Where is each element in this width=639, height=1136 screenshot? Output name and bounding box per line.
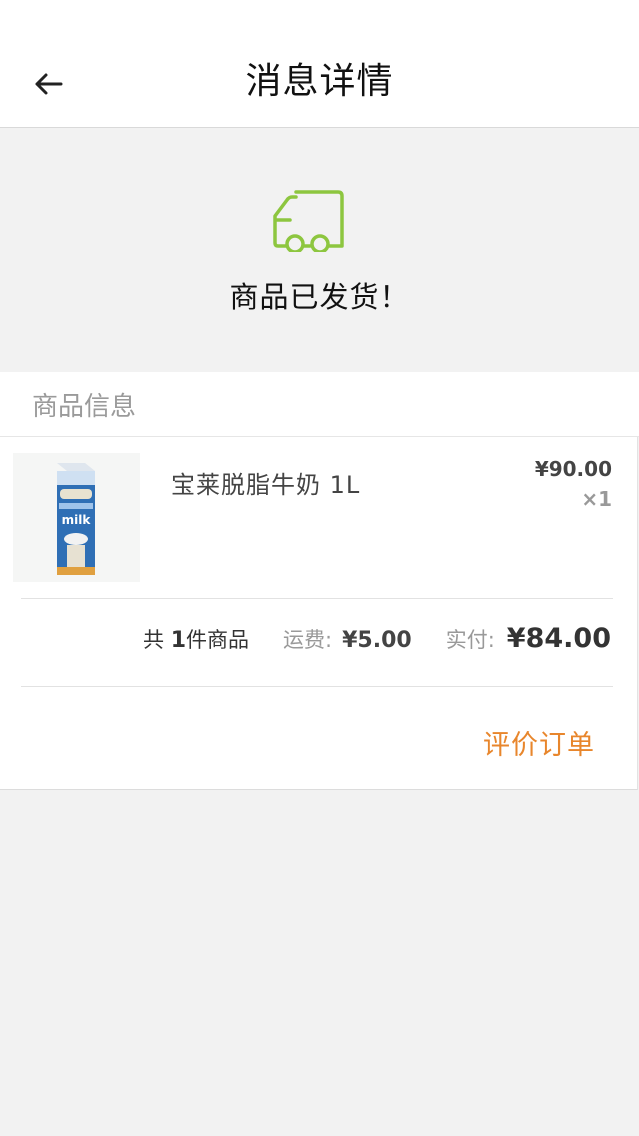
divider — [21, 686, 613, 687]
top-nav-bar: 消息详情 — [0, 0, 639, 128]
item-count-prefix: 共 — [143, 628, 171, 652]
review-order-button[interactable]: 评价订单 — [483, 723, 595, 762]
divider — [21, 598, 613, 599]
item-count-suffix: 件商品 — [186, 628, 250, 652]
milk-label-text: milk — [62, 513, 92, 527]
shipping-status-panel: 商品已发货！ — [0, 128, 639, 372]
item-count: 共 1件商品 — [143, 624, 249, 654]
milk-carton-image: milk — [13, 453, 140, 582]
order-summary: 共 1件商品 运费: ¥5.00 实付: ¥84.00 — [143, 623, 611, 654]
shipping-label: 运费: — [283, 628, 333, 652]
status-message: 商品已发货！ — [229, 280, 410, 314]
item-count-value: 1 — [170, 628, 187, 653]
delivery-truck-icon — [273, 190, 344, 252]
order-card: milk 宝莱脱脂牛奶 1L ¥90.00 ×1 共 1件商品 运费: ¥5.0… — [0, 437, 638, 790]
product-name[interactable]: 宝莱脱脂牛奶 1L — [171, 465, 360, 500]
product-image[interactable]: milk — [13, 453, 140, 582]
product-price: ¥90.00 — [534, 457, 612, 481]
page-title: 消息详情 — [245, 61, 394, 102]
paid-label: 实付: — [445, 628, 495, 652]
paid-amount: ¥84.00 — [506, 623, 611, 654]
section-header: 商品信息 — [0, 372, 639, 437]
product-quantity: ×1 — [581, 487, 612, 511]
shipping-fee: ¥5.00 — [342, 628, 412, 653]
section-title: 商品信息 — [32, 392, 137, 422]
